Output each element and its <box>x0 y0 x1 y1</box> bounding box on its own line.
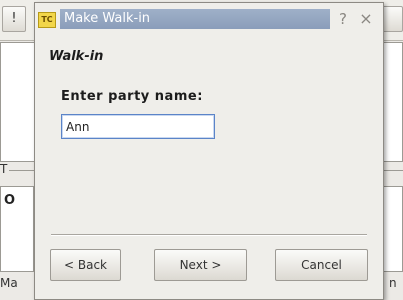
background-toolbar-button[interactable]: ! <box>2 6 26 32</box>
close-icon[interactable]: × <box>357 9 375 29</box>
background-status-text: Ma <box>0 276 18 290</box>
dialog-title: Make Walk-in <box>64 11 151 26</box>
dialog-titlebar[interactable]: TC Make Walk-in ? × <box>35 3 383 33</box>
background-toolbar-button-right[interactable] <box>382 6 403 32</box>
make-walk-in-dialog: TC Make Walk-in ? × Walk-in Enter party … <box>34 2 384 300</box>
help-icon[interactable]: ? <box>335 9 351 29</box>
party-name-label: Enter party name: <box>61 89 203 104</box>
next-button[interactable]: Next > <box>154 249 247 281</box>
background-group-label: T <box>0 162 10 176</box>
button-separator <box>51 234 367 236</box>
wizard-page-heading: Walk-in <box>49 49 104 64</box>
back-button[interactable]: < Back <box>50 249 121 281</box>
cancel-button[interactable]: Cancel <box>275 249 368 281</box>
screen: ! T O Ma n TC Make Walk-in ? × Walk-in E… <box>0 0 403 300</box>
party-name-input[interactable] <box>61 114 215 139</box>
background-status-text-right: n <box>389 276 397 290</box>
background-text-area[interactable] <box>0 42 36 162</box>
app-icon: TC <box>38 12 56 28</box>
background-list-item: O <box>4 193 16 208</box>
